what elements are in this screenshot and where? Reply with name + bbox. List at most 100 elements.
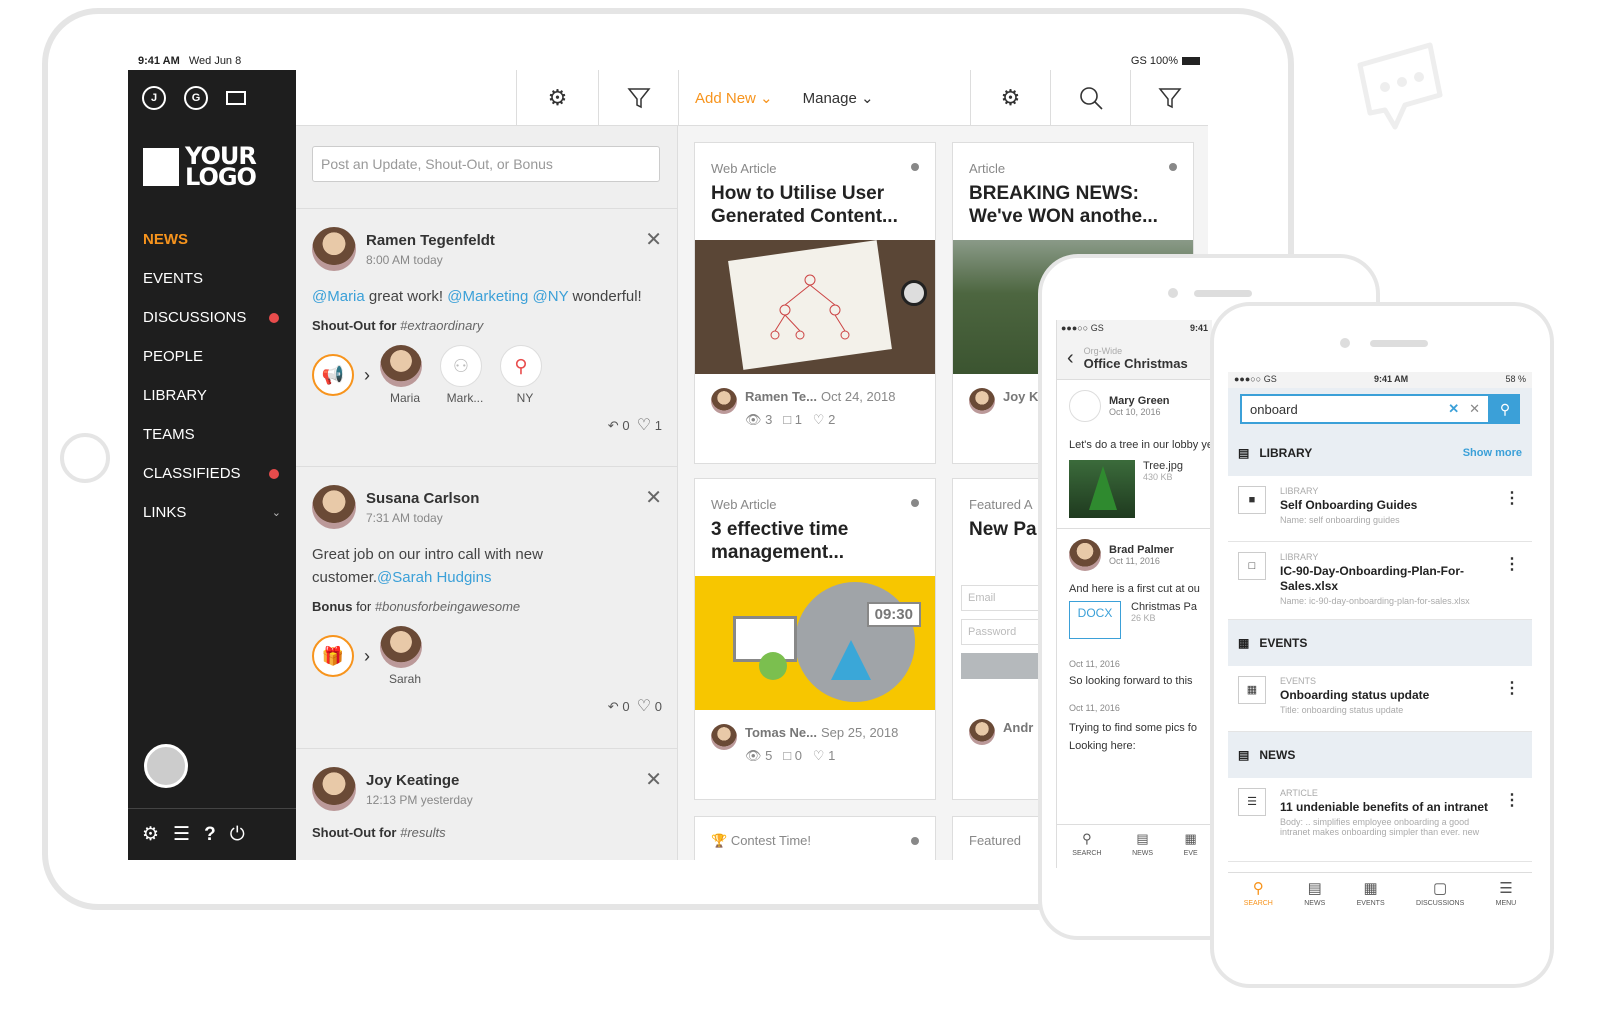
author-avatar[interactable] — [711, 388, 737, 414]
j-app-icon[interactable]: J — [142, 86, 166, 110]
close-icon[interactable]: ✕ — [645, 485, 662, 510]
author-avatar[interactable] — [969, 388, 995, 414]
tab-search[interactable]: ⚲ SEARCH — [1244, 873, 1273, 920]
feed-filter-icon[interactable] — [598, 70, 678, 126]
author-name[interactable]: Brad Palmer — [1109, 544, 1174, 556]
discussion-header: ‹ Org-Wide Office Christmas — [1057, 338, 1212, 380]
file-name[interactable]: Christmas Pa — [1131, 601, 1197, 613]
author-avatar[interactable] — [711, 724, 737, 750]
search-result[interactable]: ☰ ARTICLE 11 undeniable benefits of an in… — [1228, 778, 1532, 862]
search-input[interactable]: onboard ✕ ✕ — [1240, 394, 1490, 424]
sidebar-item-teams[interactable]: TEAMS — [128, 415, 296, 454]
avatar[interactable] — [312, 767, 356, 811]
close-icon[interactable]: ✕ — [645, 767, 662, 792]
avatar[interactable] — [312, 227, 356, 271]
tab-discussions[interactable]: ▢ DISCUSSIONS — [1416, 873, 1464, 920]
file-name[interactable]: Tree.jpg — [1143, 460, 1183, 472]
monitor-icon[interactable] — [226, 91, 246, 105]
back-chevron-icon[interactable]: ‹ — [1067, 347, 1074, 370]
likes-count: 1 — [828, 748, 836, 763]
mention-link[interactable]: @Maria — [312, 288, 365, 305]
close-icon[interactable]: ✕ — [1469, 401, 1480, 417]
author-name[interactable]: Mary Green — [1109, 395, 1170, 407]
content-card[interactable]: 🏆 Contest Time! — [694, 816, 936, 860]
eye-icon: 👁 — [745, 412, 762, 427]
recipient-avatar[interactable] — [380, 345, 422, 387]
close-icon[interactable]: ✕ — [645, 227, 662, 252]
heart-icon[interactable]: ♡ — [637, 417, 651, 434]
group-icon[interactable]: ⚇ — [440, 345, 482, 387]
arrow-right-icon: › — [364, 364, 370, 385]
tab-search[interactable]: ⚲ SEARCH — [1072, 825, 1101, 868]
sidebar-item-events[interactable]: EVENTS — [128, 259, 296, 298]
sidebar-item-news[interactable]: NEWS — [128, 220, 296, 259]
tab-events[interactable]: ▦ EVE — [1184, 825, 1198, 868]
card-author[interactable]: Ramen Te... — [745, 389, 817, 404]
carrier: GS — [1090, 323, 1104, 333]
sidebar-item-library[interactable]: LIBRARY — [128, 376, 296, 415]
power-icon[interactable]: ⏻ — [230, 824, 245, 846]
file-icon: □ — [1238, 552, 1266, 580]
avatar[interactable] — [1069, 390, 1101, 422]
content-settings-gear-icon[interactable]: ⚙ — [970, 70, 1050, 126]
sliders-icon[interactable]: ☰ — [173, 823, 190, 846]
heart-icon[interactable]: ♡ — [637, 698, 651, 715]
location-pin-icon[interactable]: ⚲ — [500, 345, 542, 387]
sidebar-item-classifieds[interactable]: CLASSIFIEDS — [128, 454, 296, 493]
card-author[interactable]: Andr — [1003, 720, 1033, 735]
more-options-icon[interactable]: ⋮ — [1504, 488, 1520, 508]
sidebar-item-discussions[interactable]: DISCUSSIONS — [128, 298, 296, 337]
author-avatar[interactable] — [969, 719, 995, 745]
show-more-link[interactable]: Show more — [1463, 447, 1522, 459]
user-avatar[interactable] — [144, 744, 188, 788]
search-input-value: onboard — [1250, 401, 1298, 417]
search-result[interactable]: □ LIBRARY IC-90-Day-Onboarding-Plan-For-S… — [1228, 542, 1532, 620]
reply-icon[interactable]: ↶ — [608, 418, 619, 433]
manage-dropdown[interactable]: Manage ⌄ — [803, 89, 874, 107]
author-name[interactable]: Ramen Tegenfeldt — [366, 232, 495, 249]
author-name[interactable]: Joy Keatinge — [366, 772, 473, 789]
tab-events[interactable]: ▦ EVENTS — [1357, 873, 1385, 920]
sidebar: J G YOUR LOGO NEWS EVENTS DISCUSSIONS PE… — [128, 70, 296, 860]
avatar[interactable] — [312, 485, 356, 529]
sidebar-item-links[interactable]: LINKS ⌄ — [128, 493, 296, 532]
content-filter-icon[interactable] — [1130, 70, 1208, 126]
sidebar-item-people[interactable]: PEOPLE — [128, 337, 296, 376]
heart-icon[interactable]: ♡ — [813, 412, 825, 427]
tab-menu[interactable]: ☰ MENU — [1496, 873, 1517, 920]
content-card[interactable]: Web Article How to Utilise User Generate… — [694, 142, 936, 464]
search-result[interactable]: ▦ EVENTS Onboarding status update Title: o… — [1228, 666, 1532, 732]
mention-link[interactable]: @Sarah Hudgins — [377, 569, 491, 586]
search-icon[interactable] — [1050, 70, 1130, 126]
tree-image[interactable] — [1069, 460, 1135, 518]
reply-icon[interactable]: ↶ — [608, 699, 619, 714]
recipient-avatar[interactable] — [380, 626, 422, 668]
content-card[interactable]: Web Article 3 effective time management.… — [694, 478, 936, 800]
feed-settings-gear-icon[interactable]: ⚙ — [516, 70, 598, 126]
post-actions: ↶ 0 ♡ 1 — [312, 415, 662, 435]
search-result[interactable]: ■ LIBRARY Self Onboarding Guides Name: sel… — [1228, 476, 1532, 542]
add-new-dropdown[interactable]: Add New ⌄ — [695, 89, 773, 107]
card-author[interactable]: Tomas Ne... — [745, 725, 817, 740]
mention-link[interactable]: @Marketing — [447, 288, 528, 305]
card-date: Oct 24, 2018 — [821, 389, 896, 404]
help-icon[interactable]: ? — [204, 824, 216, 846]
search-button[interactable]: ⚲ — [1490, 394, 1520, 424]
more-options-icon[interactable]: ⋮ — [1504, 678, 1520, 698]
g-app-icon[interactable]: G — [184, 86, 208, 110]
add-new-label: Add New — [695, 90, 756, 107]
tab-news[interactable]: ▤ NEWS — [1304, 873, 1325, 920]
gear-icon[interactable]: ⚙ — [142, 823, 159, 846]
mention-link[interactable]: @NY — [533, 288, 569, 305]
author-name[interactable]: Susana Carlson — [366, 490, 479, 507]
avatar[interactable] — [1069, 539, 1101, 571]
heart-icon[interactable]: ♡ — [813, 748, 825, 763]
docx-file-icon[interactable]: DOCX — [1069, 601, 1121, 639]
card-author[interactable]: Joy K — [1003, 389, 1038, 404]
post-update-input[interactable]: Post an Update, Shout-Out, or Bonus — [312, 146, 660, 182]
more-options-icon[interactable]: ⋮ — [1504, 790, 1520, 810]
more-options-icon[interactable]: ⋮ — [1504, 554, 1520, 574]
section-title: NEWS — [1259, 748, 1296, 762]
clear-icon[interactable]: ✕ — [1448, 401, 1459, 417]
tab-news[interactable]: ▤ NEWS — [1132, 825, 1153, 868]
